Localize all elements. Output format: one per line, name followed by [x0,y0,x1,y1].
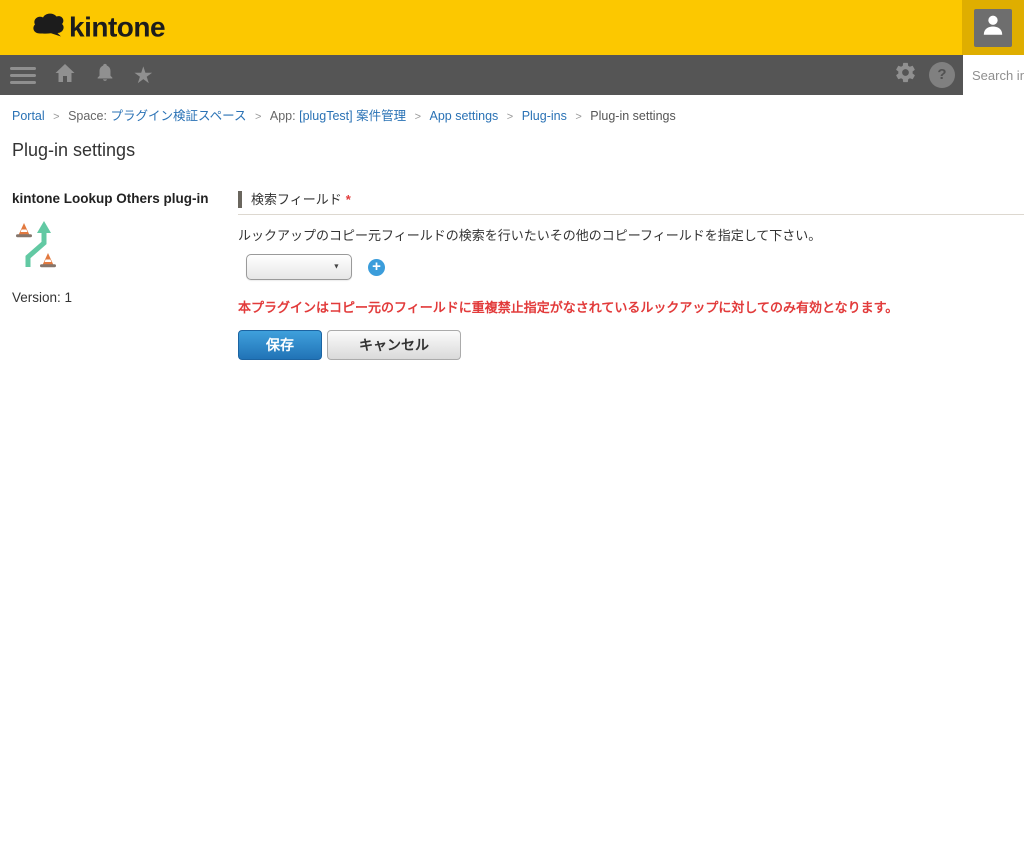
chevron-down-icon: ▼ [333,259,340,275]
search-input[interactable] [963,55,1024,95]
page-title: Plug-in settings [12,140,1012,161]
breadcrumb-app-prefix: App: [270,109,296,123]
help-button[interactable]: ? [929,62,955,88]
field-description: ルックアップのコピー元フィールドの検索を行いたいその他のコピーフィールドを指定し… [238,225,1024,244]
kintone-logo[interactable]: kintone [30,11,165,44]
home-button[interactable] [53,61,77,90]
settings-button[interactable] [894,61,917,89]
kintone-cloud-icon [30,11,66,44]
avatar [974,9,1012,47]
breadcrumb-link-portal[interactable]: Portal [12,109,45,123]
settings-form: 検索フィールド* ルックアップのコピー元フィールドの検索を行いたいその他のコピー… [238,191,1024,360]
save-button[interactable]: 保存 [238,330,322,360]
notifications-button[interactable] [94,61,116,90]
breadcrumb: Portal > Space: プラグイン検証スペース > App: [plug… [0,95,1024,124]
breadcrumb-separator: > [255,111,261,123]
breadcrumb-link-space[interactable]: プラグイン検証スペース [110,109,246,123]
hamburger-icon [10,67,36,84]
cancel-button[interactable]: キャンセル [327,330,461,360]
plus-icon: + [372,258,381,275]
plugin-info-panel: kintone Lookup Others plug-in [12,191,238,360]
breadcrumb-current: Plug-in settings [590,109,675,123]
breadcrumb-separator: > [415,111,421,123]
page-body: Portal > Space: プラグイン検証スペース > App: [plug… [0,95,1024,853]
field-label: 検索フィールド* [238,191,1024,208]
content: kintone Lookup Others plug-in [0,191,1024,360]
top-header-bar: kintone [0,0,1024,55]
kintone-logo-text: kintone [69,12,165,44]
required-mark: * [346,192,351,207]
hamburger-menu-button[interactable] [10,67,36,84]
person-icon [980,12,1006,43]
add-field-button[interactable]: + [368,259,385,276]
gear-icon [894,61,917,89]
warning-text: 本プラグインはコピー元のフィールドに重複禁止指定がなされているルックアップに対し… [238,297,1024,316]
search-box [963,55,1024,95]
plugin-name: kintone Lookup Others plug-in [12,191,238,206]
breadcrumb-space-prefix: Space: [68,109,107,123]
button-row: 保存 キャンセル [238,330,1024,360]
breadcrumb-link-app-settings[interactable]: App settings [429,109,498,123]
breadcrumb-separator: > [575,111,581,123]
breadcrumb-separator: > [53,111,59,123]
plugin-icon [14,219,238,274]
field-header-row: 検索フィールド* [238,191,1024,215]
plugin-version-label: Version: 1 [12,290,238,305]
breadcrumb-link-app[interactable]: [plugTest] 案件管理 [299,109,406,123]
star-icon: ★ [133,55,154,95]
toolbar: ★ ? [0,55,1024,95]
home-icon [53,61,77,90]
user-menu-button[interactable] [962,0,1024,55]
field-control-row: ▼ + [246,254,1024,280]
field-select[interactable]: ▼ [246,254,352,280]
favorites-button[interactable]: ★ [133,55,154,95]
breadcrumb-separator: > [507,111,513,123]
bell-icon [94,61,116,90]
question-icon: ? [929,62,955,88]
breadcrumb-link-plugins[interactable]: Plug-ins [522,109,567,123]
